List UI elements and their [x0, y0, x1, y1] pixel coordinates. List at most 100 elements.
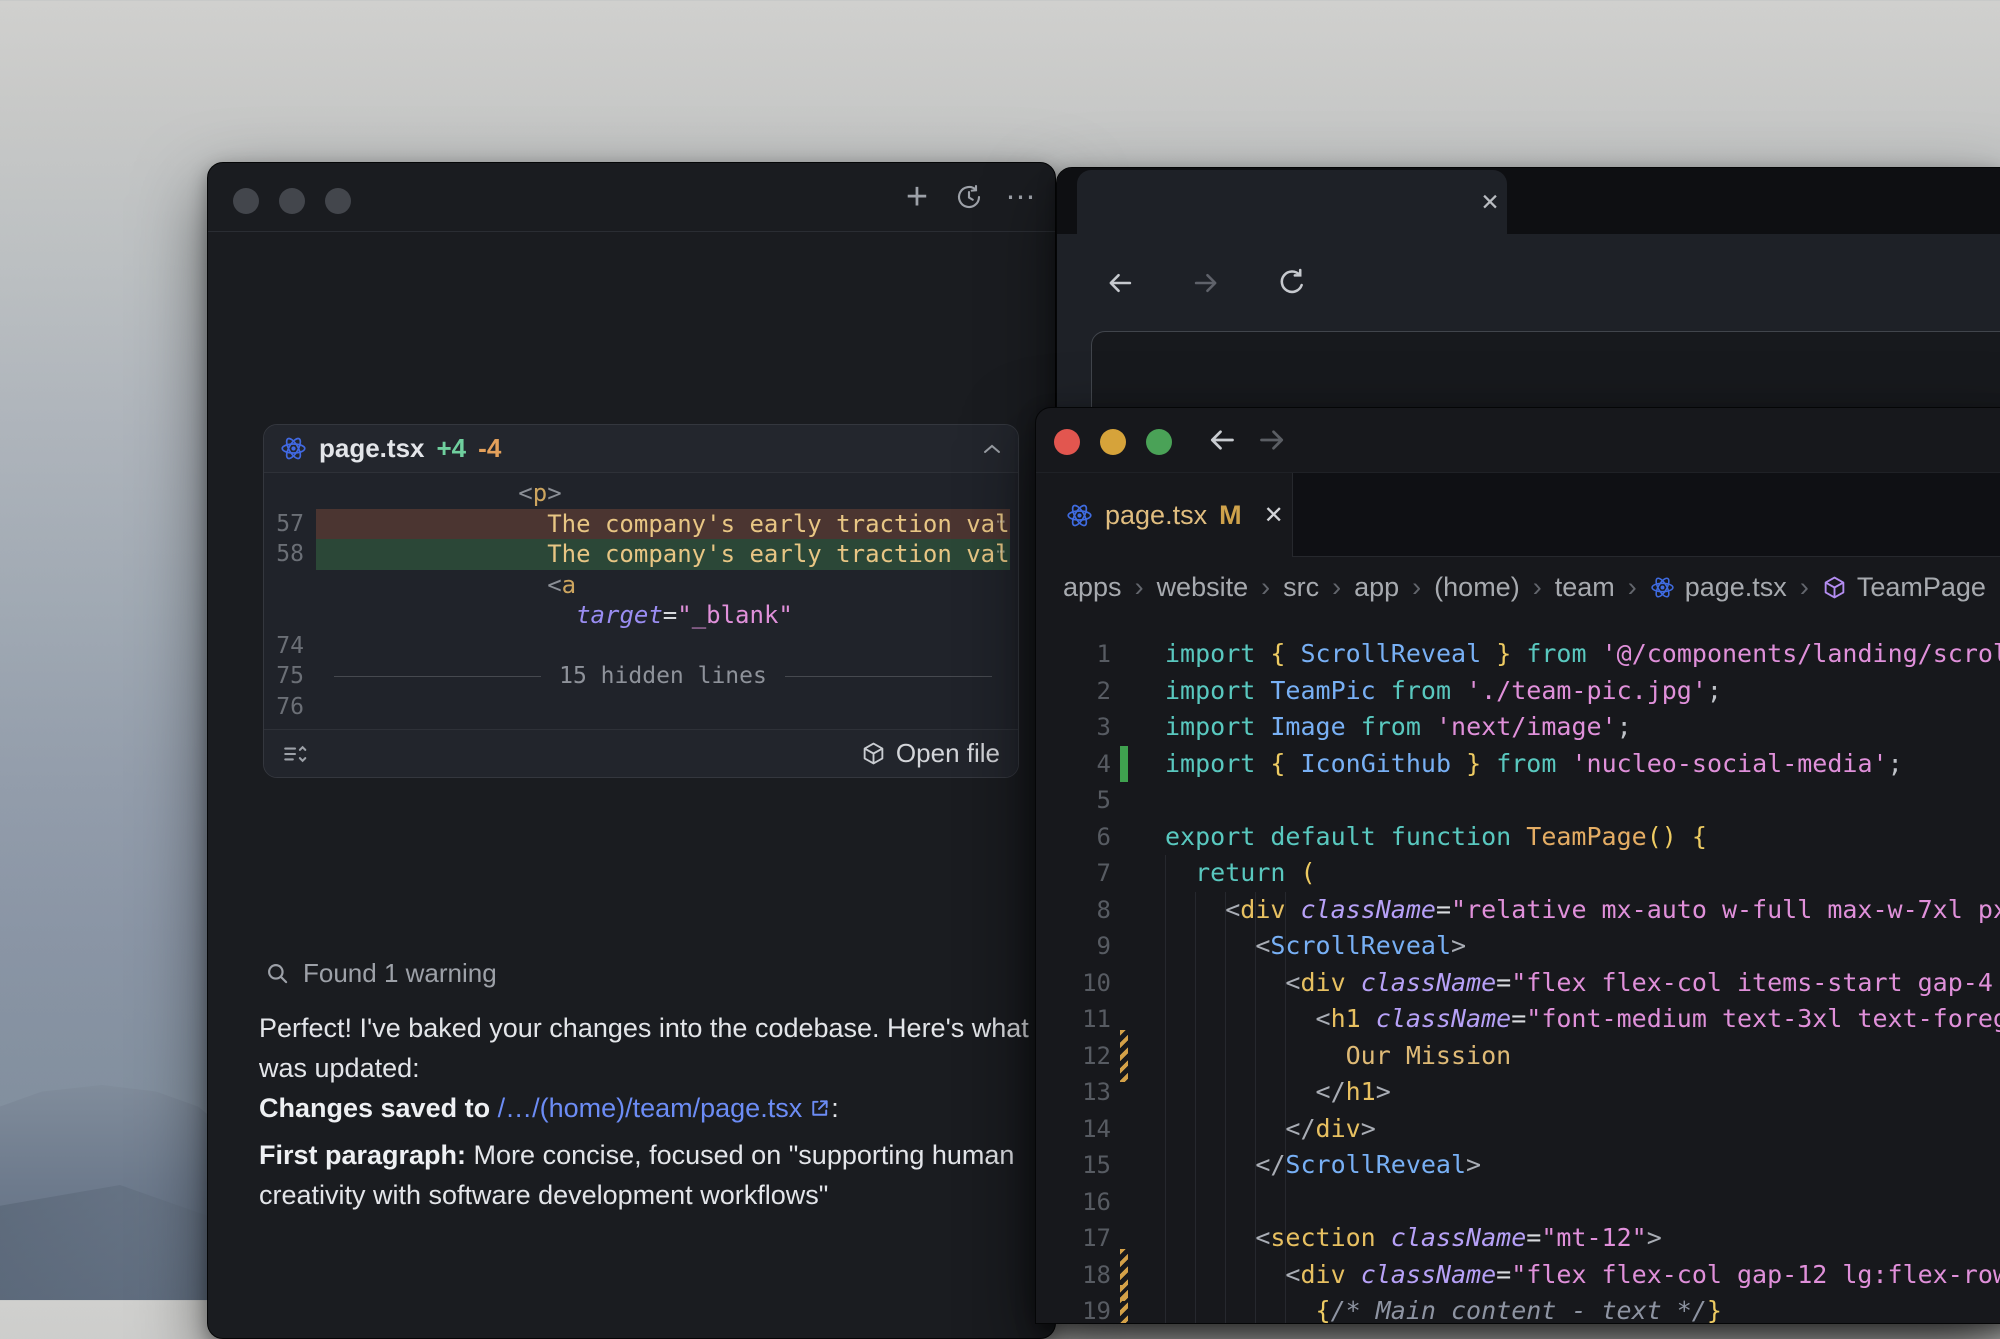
breadcrumb-item[interactable]: app [1354, 572, 1399, 603]
history-icon[interactable] [951, 179, 987, 215]
code-line[interactable]: 5 [1036, 782, 2000, 819]
close-window-button[interactable] [1054, 429, 1080, 455]
close-tab-icon[interactable]: ✕ [1476, 188, 1504, 216]
browser-tab[interactable]: ✕ [1077, 170, 1507, 234]
editor-tab-page-tsx[interactable]: page.tsx M ✕ [1036, 473, 1293, 557]
diff-line: <a [264, 570, 1010, 601]
line-number: 2 [1036, 677, 1111, 705]
code-line[interactable]: 1import { ScrollReveal } from '@/compone… [1036, 636, 2000, 673]
line-number: 12 [1036, 1042, 1111, 1070]
open-file-button[interactable]: Open file [861, 738, 1000, 769]
expand-lines-icon[interactable] [282, 741, 308, 767]
code-line[interactable]: 12 Our Mission [1036, 1038, 2000, 1075]
code-line[interactable]: 11 <h1 className="font-medium text-3xl t… [1036, 1001, 2000, 1038]
line-number: 76 [264, 694, 316, 720]
breadcrumb-item[interactable]: apps [1063, 572, 1122, 603]
code-line[interactable]: 2import TeamPic from './team-pic.jpg'; [1036, 673, 2000, 710]
react-file-icon [1066, 502, 1093, 529]
line-number: 75 [264, 663, 316, 689]
chevron-right-icon: › [1332, 572, 1341, 603]
chevron-up-icon[interactable] [982, 443, 1002, 455]
diff-deletions-count: -4 [478, 433, 501, 464]
first-paragraph-line: First paragraph: More concise, focused o… [259, 1135, 1034, 1215]
changes-saved-label: Changes saved to [259, 1093, 498, 1123]
zoom-window-button[interactable] [1146, 429, 1172, 455]
code-area[interactable]: 1import { ScrollReveal } from '@/compone… [1036, 636, 2000, 1323]
line-number: 17 [1036, 1224, 1111, 1252]
code-line[interactable]: 4import { IconGithub } from 'nucleo-soci… [1036, 746, 2000, 783]
breadcrumb-item[interactable]: website [1157, 572, 1249, 603]
forward-icon[interactable] [1254, 422, 1290, 458]
code-line[interactable]: 7 return ( [1036, 855, 2000, 892]
diff-line: 75 15 hidden lines [264, 661, 1010, 692]
back-icon[interactable] [1204, 422, 1240, 458]
gutter-marker [1120, 855, 1128, 892]
line-number: 15 [1036, 1151, 1111, 1179]
gutter-marker [1120, 892, 1128, 929]
breadcrumb-symbol[interactable]: TeamPage [1857, 572, 1986, 603]
code-line[interactable]: 10 <div className="flex flex-col items-s… [1036, 965, 2000, 1002]
code-line[interactable]: 6export default function TeamPage() { [1036, 819, 2000, 856]
breadcrumb-item[interactable]: src [1283, 572, 1319, 603]
diff-line: 74 [264, 631, 1010, 662]
breadcrumb-file[interactable]: page.tsx [1685, 572, 1787, 603]
line-number: 13 [1036, 1078, 1111, 1106]
symbol-cube-icon [1822, 575, 1847, 600]
code-line[interactable]: 8 <div className="relative mx-auto w-ful… [1036, 892, 2000, 929]
gutter-marker [1120, 1147, 1128, 1184]
line-number: 11 [1036, 1005, 1111, 1033]
diff-line: 57 The company's early traction val [264, 509, 1010, 540]
breadcrumb[interactable]: apps › website › src › app › (home) › te… [1063, 556, 2000, 618]
minimize-window-button[interactable] [279, 188, 305, 214]
new-chat-button[interactable]: + [899, 179, 935, 215]
reply-paragraph: Perfect! I've baked your changes into th… [259, 1008, 1034, 1088]
breadcrumb-item[interactable]: team [1555, 572, 1615, 603]
cube-icon [861, 741, 886, 766]
code-line[interactable]: 19 {/* Main content - text */} [1036, 1293, 2000, 1323]
line-number: 4 [1036, 750, 1111, 778]
code-line[interactable]: 9 <ScrollReveal> [1036, 928, 2000, 965]
saved-file-link[interactable]: /…/(home)/team/page.tsx [498, 1088, 832, 1128]
breadcrumb-item[interactable]: (home) [1434, 572, 1520, 603]
more-options-button[interactable]: ⋯ [1003, 179, 1039, 215]
react-file-icon [1650, 575, 1675, 600]
browser-tabstrip: ✕ [1057, 168, 2000, 234]
close-tab-icon[interactable]: ✕ [1264, 501, 1284, 530]
code-line[interactable]: 3import Image from 'next/image'; [1036, 709, 2000, 746]
reply-text: Perfect! I've baked your changes into th… [259, 1013, 1029, 1083]
code-line[interactable]: 15 </ScrollReveal> [1036, 1147, 2000, 1184]
diff-card-header[interactable]: page.tsx +4 -4 [264, 425, 1018, 473]
back-icon[interactable] [1103, 266, 1137, 300]
gutter-marker [1120, 1074, 1128, 1111]
line-number: 3 [1036, 713, 1111, 741]
line-number: 18 [1036, 1261, 1111, 1289]
browser-toolbar [1057, 234, 2000, 332]
assistant-reply: Perfect! I've baked your changes into th… [259, 1008, 1034, 1215]
diff-line: target="_blank" [264, 600, 1010, 631]
chevron-right-icon: › [1412, 572, 1421, 603]
gutter-marker [1120, 782, 1128, 819]
line-number: 19 [1036, 1297, 1111, 1323]
tab-file-name: page.tsx [1105, 500, 1207, 531]
forward-icon[interactable] [1189, 266, 1223, 300]
zoom-window-button[interactable] [325, 188, 351, 214]
line-number: 74 [264, 633, 316, 659]
code-line[interactable]: 16 [1036, 1184, 2000, 1221]
line-number: 57 [264, 511, 316, 537]
reload-icon[interactable] [1275, 266, 1309, 300]
code-line[interactable]: 13 </h1> [1036, 1074, 2000, 1111]
gutter-added-marker [1120, 746, 1128, 783]
code-line[interactable]: 18 <div className="flex flex-col gap-12 … [1036, 1257, 2000, 1294]
diff-code-block: <p>57 The company's early traction val58… [264, 473, 1018, 729]
editor-window: page.tsx M ✕ apps › website › src › app … [1035, 407, 2000, 1324]
diff-file-name: page.tsx [319, 433, 425, 464]
code-line[interactable]: 14 </div> [1036, 1111, 2000, 1148]
gutter-marker [1120, 928, 1128, 965]
external-link-icon [808, 1097, 831, 1120]
line-number: 58 [264, 541, 316, 567]
hidden-lines-label[interactable]: 15 hidden lines [559, 663, 767, 689]
minimize-window-button[interactable] [1100, 429, 1126, 455]
close-window-button[interactable] [233, 188, 259, 214]
code-line[interactable]: 17 <section className="mt-12"> [1036, 1220, 2000, 1257]
colon-text: : [831, 1093, 839, 1123]
